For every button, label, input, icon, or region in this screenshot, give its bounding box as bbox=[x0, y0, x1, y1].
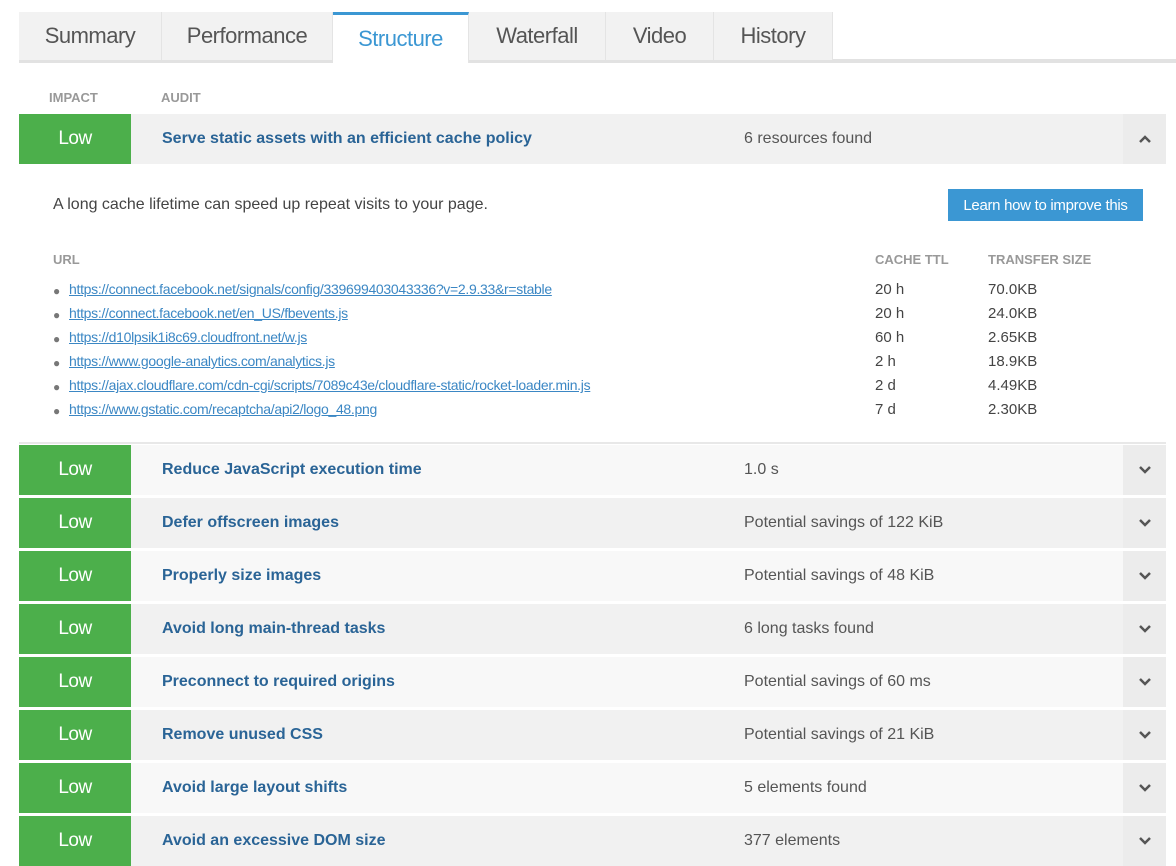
audit-title[interactable]: Preconnect to required origins bbox=[162, 673, 395, 691]
transfer-size-value: 4.49KB bbox=[988, 377, 1038, 394]
audit-title[interactable]: Defer offscreen images bbox=[162, 514, 339, 532]
tab-performance[interactable]: Performance bbox=[162, 12, 333, 60]
transfer-size-value: 24.0KB bbox=[988, 305, 1038, 322]
audit-title[interactable]: Avoid large layout shifts bbox=[162, 779, 347, 797]
audit-value: 6 resources found bbox=[744, 130, 873, 147]
impact-badge: Low bbox=[19, 604, 131, 654]
transfer-size-value: 18.9KB bbox=[988, 353, 1038, 370]
chevron-down-icon[interactable] bbox=[1123, 551, 1166, 601]
audit-detail-panel: A long cache lifetime can speed up repea… bbox=[19, 164, 1166, 444]
transfer-size-column-header: TRANSFER SIZE bbox=[988, 252, 1092, 267]
transfer-size-value: 2.30KB bbox=[988, 401, 1038, 418]
audit-row[interactable]: Low Avoid large layout shifts 5 elements f… bbox=[19, 763, 1166, 813]
tab-summary[interactable]: Summary bbox=[19, 12, 162, 60]
audit-column-header: AUDIT bbox=[161, 90, 201, 105]
impact-badge: Low bbox=[19, 445, 131, 495]
resource-list-item: ● https://connect.facebook.net/signals/co… bbox=[53, 281, 1143, 305]
tab-structure[interactable]: Structure bbox=[333, 12, 469, 63]
resource-list-item: ● https://www.google-analytics.com/analyt… bbox=[53, 353, 1143, 377]
bullet-icon: ● bbox=[53, 308, 61, 322]
resource-url-link[interactable]: https://www.google-analytics.com/analyti… bbox=[69, 353, 335, 369]
cache-ttl-value: 2 d bbox=[875, 377, 896, 394]
chevron-down-icon[interactable] bbox=[1123, 445, 1166, 495]
resource-url-link[interactable]: https://ajax.cloudflare.com/cdn-cgi/scri… bbox=[69, 377, 591, 393]
cache-ttl-value: 7 d bbox=[875, 401, 896, 418]
audit-value: Potential savings of 48 KiB bbox=[744, 567, 935, 584]
impact-badge: Low bbox=[19, 551, 131, 601]
learn-how-button[interactable]: Learn how to improve this bbox=[948, 189, 1143, 221]
resource-list-item: ● https://ajax.cloudflare.com/cdn-cgi/scr… bbox=[53, 377, 1143, 401]
audit-value: Potential savings of 122 KiB bbox=[744, 514, 944, 531]
tab-bar: Summary Performance Structure Waterfall Vide… bbox=[19, 12, 833, 63]
resource-list-item: ● https://connect.facebook.net/en_US/fbev… bbox=[53, 305, 1143, 329]
chevron-down-icon[interactable] bbox=[1123, 657, 1166, 707]
audit-row[interactable]: Low Remove unused CSS Potential savings of… bbox=[19, 710, 1166, 760]
impact-badge: Low bbox=[19, 816, 131, 866]
audit-row[interactable]: Low Avoid long main-thread tasks 6 long ta… bbox=[19, 604, 1166, 654]
resource-url-link[interactable]: https://d10lpsik1i8c69.cloudfront.net/w.… bbox=[69, 329, 307, 345]
impact-column-header: IMPACT bbox=[49, 90, 98, 105]
audit-title[interactable]: Avoid an excessive DOM size bbox=[162, 832, 386, 850]
audit-row[interactable]: Low Preconnect to required origins Potenti… bbox=[19, 657, 1166, 707]
cache-ttl-value: 20 h bbox=[875, 281, 905, 298]
audit-value: 5 elements found bbox=[744, 779, 867, 796]
audit-title[interactable]: Properly size images bbox=[162, 567, 321, 585]
audit-title[interactable]: Reduce JavaScript execution time bbox=[162, 461, 422, 479]
chevron-down-icon[interactable] bbox=[1123, 604, 1166, 654]
audit-value: Potential savings of 60 ms bbox=[744, 673, 931, 690]
chevron-down-icon[interactable] bbox=[1123, 710, 1166, 760]
audit-value: 6 long tasks found bbox=[744, 620, 874, 637]
url-column-header: URL bbox=[53, 252, 80, 267]
bullet-icon: ● bbox=[53, 284, 61, 298]
cache-ttl-column-header: CACHE TTL bbox=[875, 252, 949, 267]
audit-row-expanded[interactable]: Low Serve static assets with an efficien… bbox=[19, 114, 1166, 164]
impact-badge: Low bbox=[19, 114, 131, 164]
resource-url-link[interactable]: https://connect.facebook.net/en_US/fbeve… bbox=[69, 305, 348, 321]
audit-value: Potential savings of 21 KiB bbox=[744, 726, 935, 743]
audit-description: A long cache lifetime can speed up repea… bbox=[53, 196, 488, 213]
cache-ttl-value: 2 h bbox=[875, 353, 896, 370]
cache-ttl-value: 20 h bbox=[875, 305, 905, 322]
bullet-icon: ● bbox=[53, 404, 61, 418]
bullet-icon: ● bbox=[53, 332, 61, 346]
audit-title[interactable]: Serve static assets with an efficient ca… bbox=[162, 130, 532, 148]
resource-url-link[interactable]: https://connect.facebook.net/signals/con… bbox=[69, 281, 552, 297]
transfer-size-value: 70.0KB bbox=[988, 281, 1038, 298]
tab-video[interactable]: Video bbox=[606, 12, 714, 60]
audit-value: 377 elements bbox=[744, 832, 841, 849]
audit-title[interactable]: Remove unused CSS bbox=[162, 726, 323, 744]
bullet-icon: ● bbox=[53, 356, 61, 370]
audit-row[interactable]: Low Defer offscreen images Potential savin… bbox=[19, 498, 1166, 548]
chevron-down-icon[interactable] bbox=[1123, 498, 1166, 548]
chevron-down-icon[interactable] bbox=[1123, 816, 1166, 866]
chevron-up-icon[interactable] bbox=[1123, 114, 1166, 164]
resource-list-item: ● https://d10lpsik1i8c69.cloudfront.net/w… bbox=[53, 329, 1143, 353]
impact-badge: Low bbox=[19, 763, 131, 813]
resource-url-link[interactable]: https://www.gstatic.com/recaptcha/api2/l… bbox=[69, 401, 377, 417]
bullet-icon: ● bbox=[53, 380, 61, 394]
impact-badge: Low bbox=[19, 710, 131, 760]
impact-badge: Low bbox=[19, 657, 131, 707]
transfer-size-value: 2.65KB bbox=[988, 329, 1038, 346]
tab-waterfall[interactable]: Waterfall bbox=[469, 12, 606, 60]
audit-title[interactable]: Avoid long main-thread tasks bbox=[162, 620, 385, 638]
audit-row[interactable]: Low Properly size images Potential savings… bbox=[19, 551, 1166, 601]
audit-row[interactable]: Low Avoid an excessive DOM size 377 elemen… bbox=[19, 816, 1166, 866]
audit-value: 1.0 s bbox=[744, 461, 779, 478]
impact-badge: Low bbox=[19, 498, 131, 548]
cache-ttl-value: 60 h bbox=[875, 329, 905, 346]
chevron-down-icon[interactable] bbox=[1123, 763, 1166, 813]
audit-row[interactable]: Low Reduce JavaScript execution time 1.0 s bbox=[19, 445, 1166, 495]
resource-list-item: ● https://www.gstatic.com/recaptcha/api2/… bbox=[53, 401, 1143, 425]
tab-history[interactable]: History bbox=[714, 12, 833, 60]
